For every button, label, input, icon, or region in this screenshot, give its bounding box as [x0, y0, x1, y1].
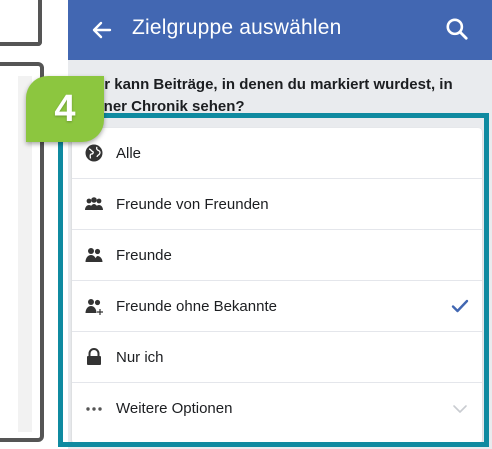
background-frame-top — [0, 0, 42, 46]
arrow-left-icon[interactable] — [90, 18, 114, 42]
app-header: Zielgruppe auswählen — [68, 0, 492, 60]
audience-question: Wer kann Beiträge, in denen du markiert … — [82, 76, 453, 115]
search-icon[interactable] — [444, 16, 470, 42]
highlight-frame — [58, 113, 489, 447]
page-title: Zielgruppe auswählen — [132, 16, 342, 39]
step-badge: 4 — [26, 76, 104, 142]
